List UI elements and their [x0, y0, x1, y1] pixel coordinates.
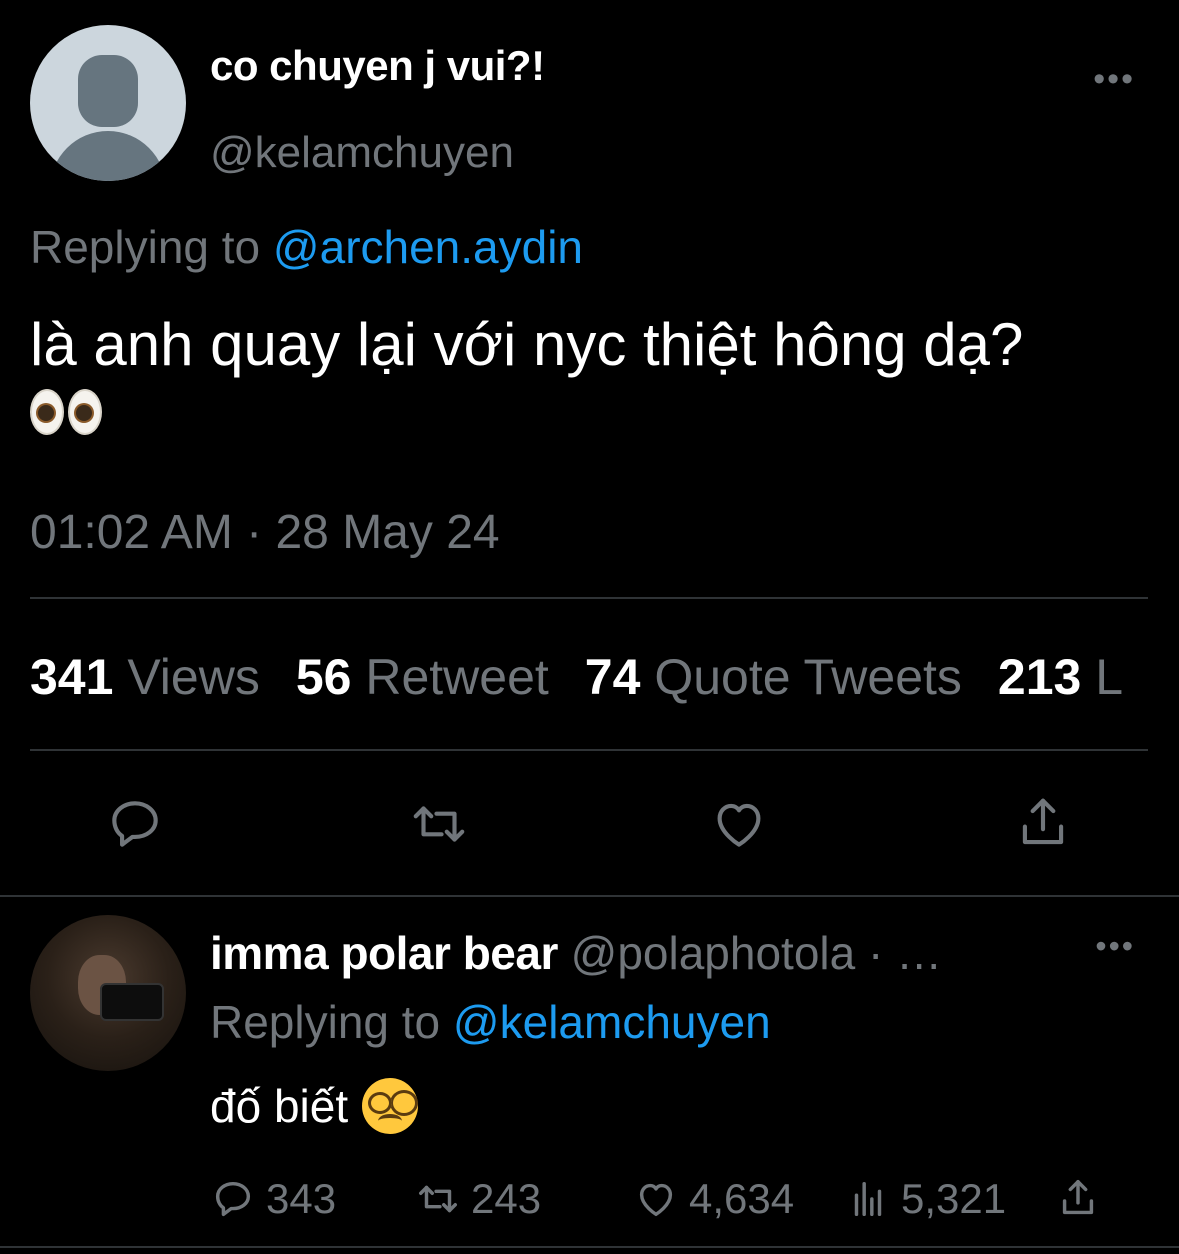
reply-share-button[interactable]: [1055, 1176, 1101, 1222]
likes-stat[interactable]: 213 L: [998, 649, 1123, 705]
replies-count: 343: [266, 1175, 337, 1222]
more-options-icon[interactable]: •••: [1093, 60, 1135, 99]
replying-to-line: Replying to @archen.aydin: [30, 220, 583, 274]
reply-author-avatar[interactable]: [30, 915, 186, 1071]
reply-author-line: imma polar bear @polaphotola · …: [210, 926, 942, 980]
reply-replying-prefix: Replying to: [210, 996, 453, 1048]
tweet-timestamp[interactable]: 01:02 AM · 28 May 24: [30, 505, 500, 560]
reply-icon[interactable]: [104, 793, 166, 855]
retweets-count: 243: [471, 1175, 542, 1222]
replying-to-prefix: Replying to: [30, 221, 273, 273]
retweet-stat[interactable]: 56 Retweet: [296, 649, 549, 705]
reply-replying-to-link[interactable]: @kelamchuyen: [453, 996, 771, 1048]
tweet-body: là anh quay lại với nyc thiệt hông dạ?: [30, 311, 1024, 378]
divider: [30, 597, 1148, 599]
reply-author-display-name[interactable]: imma polar bear: [210, 927, 558, 979]
author-avatar[interactable]: [30, 25, 186, 181]
views-count: 5,321: [901, 1175, 1007, 1222]
reply-views-button[interactable]: 5,321: [845, 1175, 1055, 1223]
divider: [30, 749, 1148, 751]
reply-text: đố biết: [210, 1078, 419, 1134]
tweet-stats: 341 Views 56 Retweet 74 Quote Tweets 213 L: [30, 648, 1159, 706]
reply-body: đố biết: [210, 1080, 349, 1132]
reply-action-bar: 343 243 4,634 5,321: [210, 1175, 1101, 1223]
author-display-name[interactable]: co chuyen j vui?!: [210, 42, 545, 90]
reply-author-handle[interactable]: @polaphotola: [571, 927, 856, 979]
likes-count: 4,634: [689, 1175, 795, 1222]
views-icon: [854, 1181, 882, 1217]
author-handle[interactable]: @kelamchuyen: [210, 128, 514, 178]
replying-to-link[interactable]: @archen.aydin: [273, 221, 583, 273]
like-icon: [639, 1183, 673, 1217]
disguised-face-emoji-icon: [362, 1078, 419, 1134]
eyes-emoji-icon: [30, 389, 102, 435]
reply-icon: [215, 1181, 251, 1217]
reply-meta: · …: [868, 927, 943, 979]
reply-replies-button[interactable]: 343: [210, 1175, 415, 1223]
retweet-icon[interactable]: [408, 793, 470, 855]
reply-more-options-icon[interactable]: •••: [1095, 928, 1135, 965]
reply-retweets-button[interactable]: 243: [415, 1175, 633, 1223]
tweet-text: là anh quay lại với nyc thiệt hông dạ?: [30, 310, 1150, 450]
retweet-icon: [419, 1185, 457, 1213]
views-stat[interactable]: 341 Views: [30, 649, 260, 705]
reply-likes-button[interactable]: 4,634: [633, 1175, 845, 1223]
like-icon[interactable]: [708, 793, 770, 855]
share-icon[interactable]: [1012, 793, 1074, 855]
divider: [0, 1246, 1179, 1248]
share-icon: [1062, 1180, 1094, 1215]
quote-stat[interactable]: 74 Quote Tweets: [585, 649, 962, 705]
reply-replying-to-line: Replying to @kelamchuyen: [210, 995, 771, 1049]
divider: [0, 895, 1179, 897]
